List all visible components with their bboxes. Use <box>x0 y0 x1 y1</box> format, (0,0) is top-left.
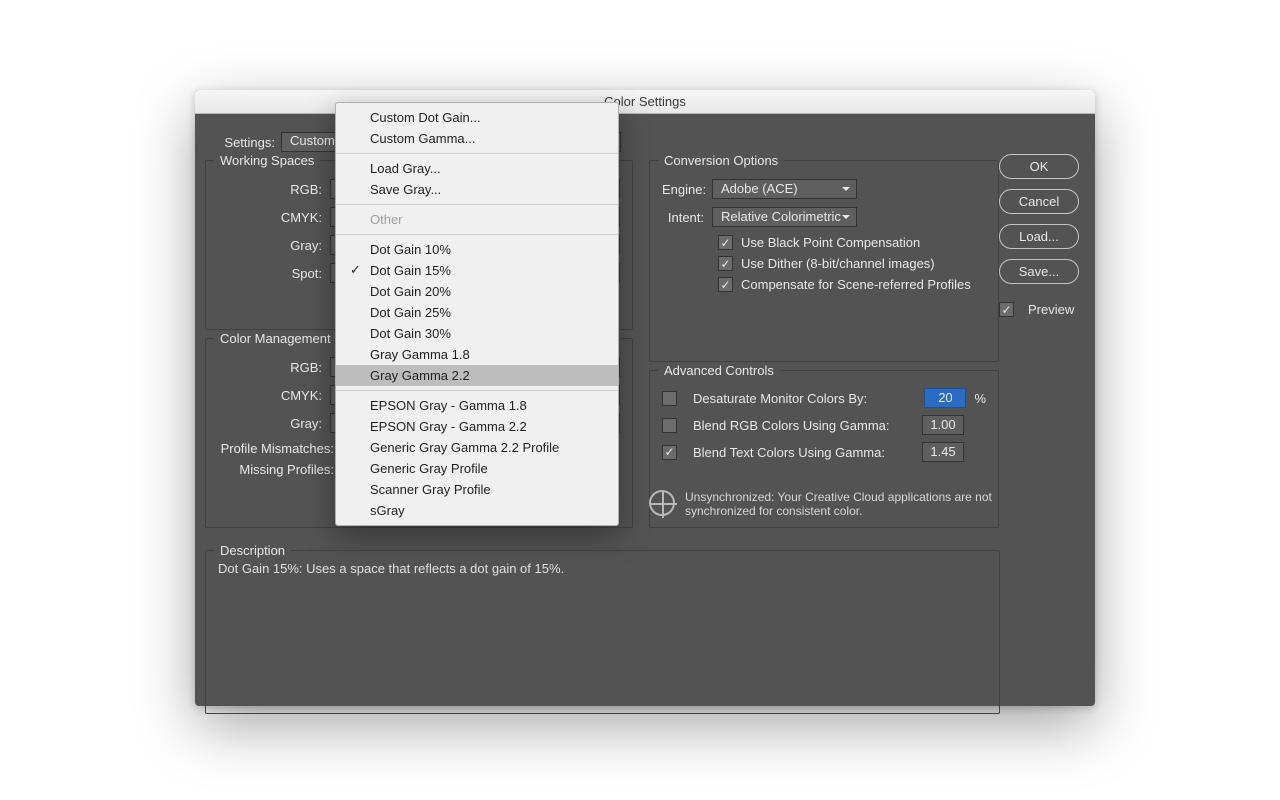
menu-separator <box>336 390 618 391</box>
desaturate-label: Desaturate Monitor Colors By: <box>693 391 916 406</box>
menu-item-gray-gamma-2-2[interactable]: Gray Gamma 2.2 <box>336 365 618 386</box>
blackpoint-label: Use Black Point Compensation <box>741 235 920 250</box>
gray-profile-menu: Custom Dot Gain... Custom Gamma... Load … <box>335 102 619 526</box>
preview-checkbox[interactable] <box>999 302 1014 317</box>
description-text: Dot Gain 15%: Uses a space that reflects… <box>218 561 987 576</box>
color-settings-dialog: Color Settings Settings: Custom Working … <box>195 90 1095 706</box>
dialog-button-column: OK Cancel Load... Save... Preview <box>999 154 1079 317</box>
description-legend: Description <box>214 543 291 558</box>
save-button[interactable]: Save... <box>999 259 1079 284</box>
desaturate-suffix: % <box>974 391 986 406</box>
menu-item-dot-gain-30[interactable]: Dot Gain 30% <box>336 323 618 344</box>
engine-dropdown[interactable]: Adobe (ACE) <box>712 179 857 199</box>
ws-gray-label: Gray: <box>218 238 330 253</box>
conversion-options-legend: Conversion Options <box>658 153 784 168</box>
blend-rgb-checkbox[interactable] <box>662 418 677 433</box>
load-button[interactable]: Load... <box>999 224 1079 249</box>
menu-separator <box>336 204 618 205</box>
blend-rgb-input[interactable]: 1.00 <box>922 415 964 435</box>
profile-mismatches-label: Profile Mismatches: <box>218 441 342 456</box>
advanced-controls-legend: Advanced Controls <box>658 363 780 378</box>
menu-item-sgray[interactable]: sGray <box>336 500 618 521</box>
scene-referred-checkbox[interactable] <box>718 277 733 292</box>
menu-item-dot-gain-10[interactable]: Dot Gain 10% <box>336 239 618 260</box>
cancel-button[interactable]: Cancel <box>999 189 1079 214</box>
menu-separator <box>336 234 618 235</box>
ws-rgb-label: RGB: <box>218 182 330 197</box>
intent-value: Relative Colorimetric <box>721 209 841 224</box>
dialog-title: Color Settings <box>195 90 1095 114</box>
menu-item-custom-dot-gain[interactable]: Custom Dot Gain... <box>336 107 618 128</box>
blackpoint-checkbox[interactable] <box>718 235 733 250</box>
menu-item-dot-gain-20[interactable]: Dot Gain 20% <box>336 281 618 302</box>
menu-item-gray-gamma-1-8[interactable]: Gray Gamma 1.8 <box>336 344 618 365</box>
conversion-options-section: Conversion Options Engine:Adobe (ACE) In… <box>649 160 999 362</box>
color-management-legend: Color Management <box>214 331 337 346</box>
menu-item-dot-gain-15[interactable]: Dot Gain 15% <box>336 260 618 281</box>
blend-rgb-label: Blend RGB Colors Using Gamma: <box>693 418 914 433</box>
menu-item-load-gray[interactable]: Load Gray... <box>336 158 618 179</box>
blend-text-checkbox[interactable] <box>662 445 677 460</box>
description-section: Description Dot Gain 15%: Uses a space t… <box>205 550 1000 714</box>
menu-item-generic-gray-profile[interactable]: Generic Gray Profile <box>336 458 618 479</box>
menu-item-other: Other <box>336 209 618 230</box>
unsynchronized-icon <box>649 490 675 516</box>
unsynchronized-notice: Unsynchronized: Your Creative Cloud appl… <box>649 490 999 518</box>
intent-dropdown[interactable]: Relative Colorimetric <box>712 207 857 227</box>
working-spaces-legend: Working Spaces <box>214 153 320 168</box>
unsynchronized-text: Unsynchronized: Your Creative Cloud appl… <box>685 490 999 518</box>
preview-label: Preview <box>1028 302 1074 317</box>
missing-profiles-label: Missing Profiles: <box>218 462 342 477</box>
desaturate-checkbox[interactable] <box>662 391 677 406</box>
cm-gray-label: Gray: <box>218 416 330 431</box>
menu-item-epson-gray-2-2[interactable]: EPSON Gray - Gamma 2.2 <box>336 416 618 437</box>
engine-label: Engine: <box>662 182 712 197</box>
settings-value: Custom <box>290 133 335 148</box>
blend-text-label: Blend Text Colors Using Gamma: <box>693 445 914 460</box>
ws-cmyk-label: CMYK: <box>218 210 330 225</box>
menu-item-epson-gray-1-8[interactable]: EPSON Gray - Gamma 1.8 <box>336 395 618 416</box>
menu-item-generic-gray-gamma-2-2[interactable]: Generic Gray Gamma 2.2 Profile <box>336 437 618 458</box>
settings-label: Settings: <box>210 135 275 150</box>
menu-item-custom-gamma[interactable]: Custom Gamma... <box>336 128 618 149</box>
engine-value: Adobe (ACE) <box>721 181 798 196</box>
menu-item-dot-gain-25[interactable]: Dot Gain 25% <box>336 302 618 323</box>
ws-spot-label: Spot: <box>218 266 330 281</box>
cm-rgb-label: RGB: <box>218 360 330 375</box>
dither-label: Use Dither (8-bit/channel images) <box>741 256 935 271</box>
menu-item-scanner-gray-profile[interactable]: Scanner Gray Profile <box>336 479 618 500</box>
ok-button[interactable]: OK <box>999 154 1079 179</box>
cm-cmyk-label: CMYK: <box>218 388 330 403</box>
desaturate-input[interactable]: 20 <box>924 388 966 408</box>
blend-text-input[interactable]: 1.45 <box>922 442 964 462</box>
intent-label: Intent: <box>662 210 712 225</box>
scene-referred-label: Compensate for Scene-referred Profiles <box>741 277 971 292</box>
dither-checkbox[interactable] <box>718 256 733 271</box>
menu-separator <box>336 153 618 154</box>
menu-item-save-gray[interactable]: Save Gray... <box>336 179 618 200</box>
